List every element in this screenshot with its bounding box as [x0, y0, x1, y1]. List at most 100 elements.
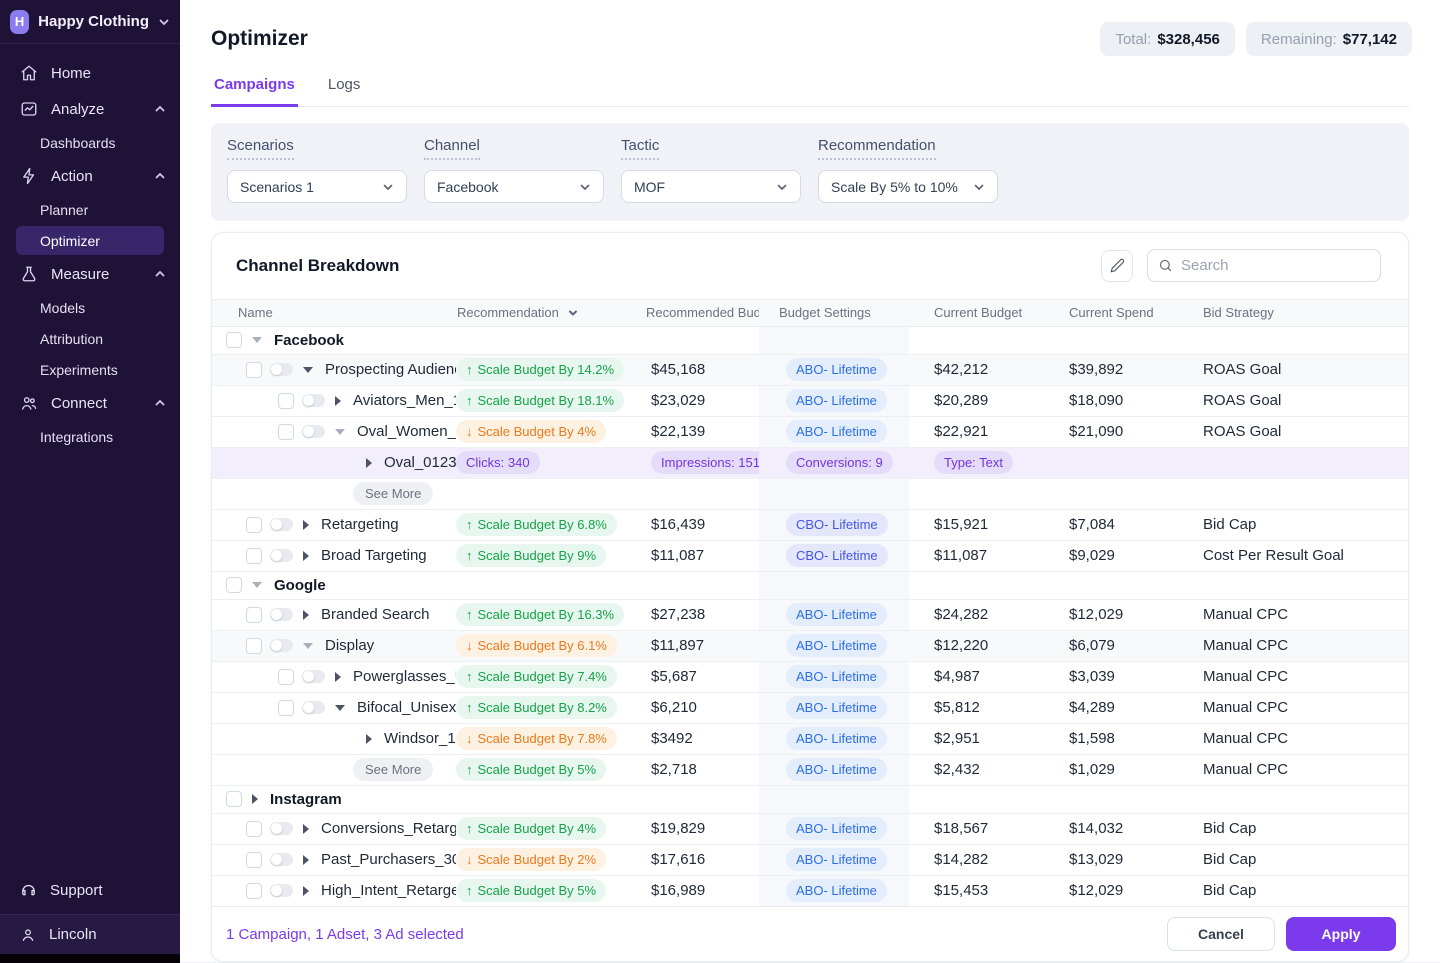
- expand-caret-icon[interactable]: [252, 337, 262, 343]
- cancel-button[interactable]: Cancel: [1167, 917, 1275, 951]
- row-checkbox[interactable]: [246, 548, 262, 564]
- tactic-select-value: MOF: [634, 179, 665, 195]
- pill-label: Scale Budget By 18.1%: [478, 393, 615, 408]
- recommendation-cell: [456, 479, 646, 509]
- expand-caret-icon[interactable]: [366, 458, 372, 468]
- apply-button[interactable]: Apply: [1286, 917, 1396, 951]
- sidebar-item-models[interactable]: Models: [16, 293, 164, 322]
- row-toggle[interactable]: [270, 549, 293, 562]
- expand-caret-icon[interactable]: [366, 734, 372, 744]
- row-checkbox[interactable]: [226, 332, 242, 348]
- row-checkbox[interactable]: [246, 883, 262, 899]
- column-header-recommended-budget[interactable]: Recommended Budget: [646, 305, 759, 320]
- expand-caret-icon[interactable]: [303, 886, 309, 896]
- row-checkbox[interactable]: [246, 362, 262, 378]
- row-checkbox[interactable]: [226, 791, 242, 807]
- tactic-select[interactable]: MOF: [621, 170, 801, 203]
- expand-caret-icon[interactable]: [335, 705, 345, 711]
- row-toggle[interactable]: [270, 363, 293, 376]
- sidebar-item-support[interactable]: Support: [0, 870, 180, 910]
- column-header-budget-settings[interactable]: Budget Settings: [759, 305, 909, 320]
- row-checkbox[interactable]: [246, 638, 262, 654]
- expand-caret-icon[interactable]: [335, 672, 341, 682]
- row-checkbox[interactable]: [246, 821, 262, 837]
- tab-logs[interactable]: Logs: [325, 70, 364, 106]
- expand-caret-icon[interactable]: [303, 551, 309, 561]
- sidebar-item-attribution[interactable]: Attribution: [16, 324, 164, 353]
- budget-settings-cell: Conversions: 9: [759, 448, 909, 478]
- budget-setting-pill: ABO- Lifetime: [786, 389, 887, 412]
- row-toggle[interactable]: [270, 853, 293, 866]
- sidebar-item-dashboards[interactable]: Dashboards: [16, 128, 164, 157]
- row-toggle[interactable]: [270, 639, 293, 652]
- budget-setting-pill: ABO- Lifetime: [786, 848, 887, 871]
- channel-select[interactable]: Facebook: [424, 170, 604, 203]
- column-header-recommendation[interactable]: Recommendation: [456, 305, 646, 320]
- scenarios-select[interactable]: Scenarios 1: [227, 170, 407, 203]
- row-toggle[interactable]: [302, 701, 325, 714]
- row-toggle[interactable]: [302, 394, 325, 407]
- sidebar-item-measure[interactable]: Measure: [0, 257, 180, 291]
- row-toggle[interactable]: [270, 884, 293, 897]
- recommended-budget-cell: $45,168: [646, 355, 759, 385]
- expand-caret-icon[interactable]: [252, 794, 258, 804]
- row-checkbox[interactable]: [278, 700, 294, 716]
- current-spend-value: $1,598: [1069, 730, 1115, 747]
- sidebar-item-optimizer[interactable]: Optimizer: [16, 226, 164, 255]
- recommended-budget-cell: [646, 479, 759, 509]
- see-more-button[interactable]: See More: [353, 758, 433, 781]
- sidebar-item-user[interactable]: Lincoln: [0, 914, 180, 954]
- row-checkbox[interactable]: [246, 852, 262, 868]
- tab-campaigns[interactable]: Campaigns: [211, 70, 298, 107]
- search-input[interactable]: [1181, 257, 1370, 274]
- arrow-up-icon: ↑: [466, 700, 473, 715]
- sidebar-item-home[interactable]: Home: [0, 56, 180, 90]
- recommendation-select[interactable]: Scale By 5% to 10%: [818, 170, 998, 203]
- budget-settings-cell: ABO- Lifetime: [759, 417, 909, 447]
- expand-caret-icon[interactable]: [252, 582, 262, 588]
- expand-caret-icon[interactable]: [335, 429, 345, 435]
- sidebar-item-integrations[interactable]: Integrations: [16, 422, 164, 451]
- expand-caret-icon[interactable]: [303, 855, 309, 865]
- total-value: $328,456: [1157, 31, 1220, 48]
- column-header-bid-strategy[interactable]: Bid Strategy: [1203, 305, 1408, 320]
- row-toggle[interactable]: [270, 518, 293, 531]
- sidebar-item-analyze[interactable]: Analyze: [0, 92, 180, 126]
- channel-breakdown-card: Channel Breakdown Name Recommendation: [211, 232, 1409, 962]
- row-checkbox[interactable]: [278, 424, 294, 440]
- column-header-name[interactable]: Name: [212, 305, 456, 320]
- sidebar-item-label: Dashboards: [40, 135, 116, 151]
- sidebar-item-action[interactable]: Action: [0, 159, 180, 193]
- column-header-current-spend[interactable]: Current Spend: [1069, 305, 1203, 320]
- column-header-current-budget[interactable]: Current Budget: [909, 305, 1069, 320]
- arrow-down-icon: ↓: [466, 424, 473, 439]
- recommended-budget-cell: Impressions: 1512: [646, 448, 759, 478]
- edit-button[interactable]: [1101, 250, 1133, 282]
- current-budget-cell: $22,921: [909, 417, 1069, 447]
- expand-caret-icon[interactable]: [303, 610, 309, 620]
- sidebar-item-connect[interactable]: Connect: [0, 386, 180, 420]
- workspace-switcher[interactable]: H Happy Clothing: [0, 0, 180, 44]
- expand-caret-icon[interactable]: [303, 643, 313, 649]
- sidebar-item-planner[interactable]: Planner: [16, 195, 164, 224]
- budget-setting-pill: ABO- Lifetime: [786, 727, 887, 750]
- row-checkbox[interactable]: [278, 393, 294, 409]
- expand-caret-icon[interactable]: [303, 824, 309, 834]
- see-more-button[interactable]: See More: [353, 482, 433, 505]
- row-checkbox[interactable]: [246, 517, 262, 533]
- row-toggle[interactable]: [270, 608, 293, 621]
- recommendation-pill: ↓Scale Budget By 6.1%: [456, 634, 617, 657]
- row-toggle[interactable]: [302, 425, 325, 438]
- sidebar-item-experiments[interactable]: Experiments: [16, 355, 164, 384]
- row-toggle[interactable]: [270, 822, 293, 835]
- budget-settings-cell: [759, 572, 909, 599]
- row-toggle[interactable]: [302, 670, 325, 683]
- expand-caret-icon[interactable]: [303, 367, 313, 373]
- sort-chevron-icon[interactable]: [567, 307, 579, 319]
- expand-caret-icon[interactable]: [303, 520, 309, 530]
- row-checkbox[interactable]: [278, 669, 294, 685]
- expand-caret-icon[interactable]: [335, 396, 341, 406]
- row-checkbox[interactable]: [226, 577, 242, 593]
- row-checkbox[interactable]: [246, 607, 262, 623]
- recommended-budget-cell: [646, 572, 759, 599]
